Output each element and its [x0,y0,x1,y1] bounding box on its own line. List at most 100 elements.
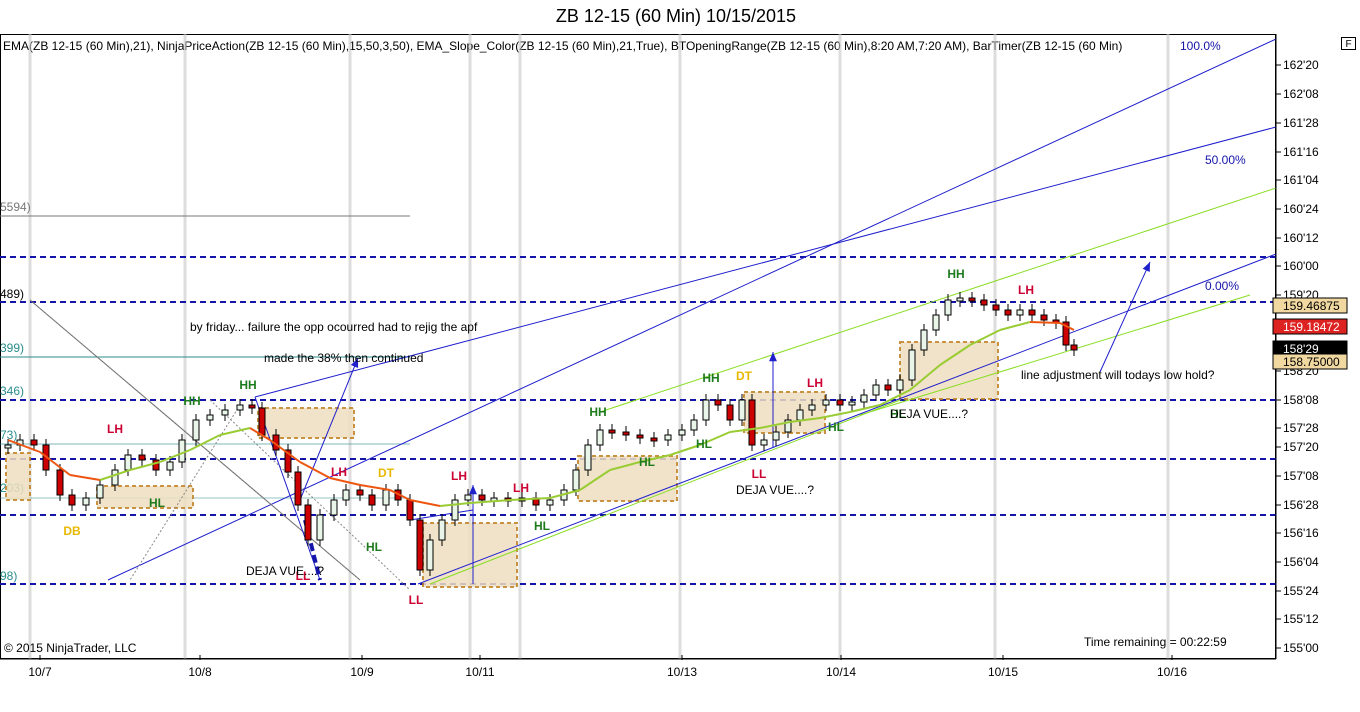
down-candle [416,519,424,571]
down-candle [968,297,976,302]
ema-segment [1029,321,1061,324]
down-candle [368,494,376,506]
x-tick-label: 10/7 [28,665,52,679]
up-candle [808,404,816,411]
y-tick-label: 157'20 [1283,440,1319,454]
up-candle [330,499,338,516]
down-candle [622,431,630,436]
opening-range-box [96,485,194,509]
up-candle [124,454,132,471]
swing-label: HL [149,496,165,510]
up-candle [908,349,916,381]
down-candle [356,489,364,496]
y-tick-label: 157'08 [1283,469,1319,483]
swing-label: LL [752,467,767,481]
copyright-text: © 2015 NinjaTrader, LLC [4,641,137,655]
down-candle [636,434,644,439]
left-edge-label: 346) [0,384,24,398]
up-candle [896,379,904,391]
swing-label: LH [513,481,529,495]
annotation-text: made the 38% then continued [264,351,423,365]
down-candle [1070,344,1078,351]
ema-segment [469,499,511,504]
ema-segment [509,497,551,501]
up-candle [822,399,830,406]
up-candle [178,439,186,463]
swing-label: DT [378,466,395,480]
ema-segment [409,499,441,507]
up-candle [678,429,686,436]
y-tick-label: 157'28 [1283,421,1319,435]
x-tick-label: 10/14 [826,665,856,679]
up-candle [690,419,698,431]
y-tick-label: 155'00 [1283,641,1319,655]
up-candle [236,404,244,411]
price-chart[interactable]: 5594)489)399)346)73)203)98) 100.0%50.00%… [0,0,1360,712]
left-edge-label: 98) [0,569,17,583]
up-candle [96,484,104,499]
drawing-lines [254,261,1151,584]
up-candle [848,401,856,406]
down-candle [714,399,722,406]
swing-label: HH [589,405,606,419]
y-tick-label: 161'04 [1283,173,1319,187]
x-tick-label: 10/13 [667,665,697,679]
y-tick-label: 158'08 [1283,393,1319,407]
down-candle [608,429,616,434]
down-candle [30,439,38,446]
swing-label: LH [1018,283,1034,297]
down-candle [836,399,844,406]
swing-label: LL [409,593,424,607]
swing-label: HH [183,394,200,408]
up-candle [82,497,90,506]
swing-label: LH [331,465,347,479]
up-candle [872,384,880,396]
ema-segment [999,321,1031,331]
up-candle [342,489,350,501]
y-tick-label: 155'24 [1283,584,1319,598]
up-candle [206,414,214,421]
swing-labels: DBLHHHHLHHLLLH DTHLLLLHLHHLHHHLHHHLDTLLLH… [63,267,1034,607]
up-candle [944,299,952,316]
up-candle [438,519,446,541]
pitchfork-lower [417,253,1277,585]
y-tick-label: 161'28 [1283,116,1319,130]
down-candle [1040,314,1048,321]
up-candle [956,297,964,302]
up-candle [920,329,928,351]
ema-segment [329,477,361,486]
down-candle [748,399,756,446]
x-tick-label: 10/15 [988,665,1018,679]
up-candle [382,489,390,506]
ema-segment [69,474,101,481]
swing-label: DB [63,524,81,538]
left-edge-label: 489) [0,287,24,301]
horizontal-levels: 5594)489)399)346)73)203)98) [0,200,1276,585]
swing-label: HL [828,420,844,434]
x-tick-label: 10/16 [1157,665,1187,679]
y-tick-label: 160'00 [1283,259,1319,273]
fib-label: 100.0% [1180,39,1221,53]
swing-label: HL [366,540,382,554]
swing-label: LH [807,376,823,390]
down-candle [68,494,76,506]
up-candle [738,399,746,421]
down-candle [56,469,64,496]
x-tick-label: 10/9 [350,665,374,679]
down-candle [138,454,146,461]
up-candle [426,539,434,571]
up-candle [664,434,672,441]
up-candle [464,494,472,501]
y-tick-label: 162'08 [1283,87,1319,101]
price-badge-label: 159.46875 [1283,299,1340,313]
down-candle [258,407,266,436]
down-candle [294,471,302,506]
andrews-pitchfork: 100.0% 50.00% 0.00% [29,38,1277,591]
down-candle [1004,309,1012,316]
price-badge-label: 159.18472 [1283,320,1340,334]
swing-label: HL [639,455,655,469]
swing-label: HH [239,378,256,392]
fib-label: 0.00% [1205,279,1239,293]
up-candle [596,429,604,446]
annotation-text: by friday... failure the opp ocourred ha… [190,320,478,334]
